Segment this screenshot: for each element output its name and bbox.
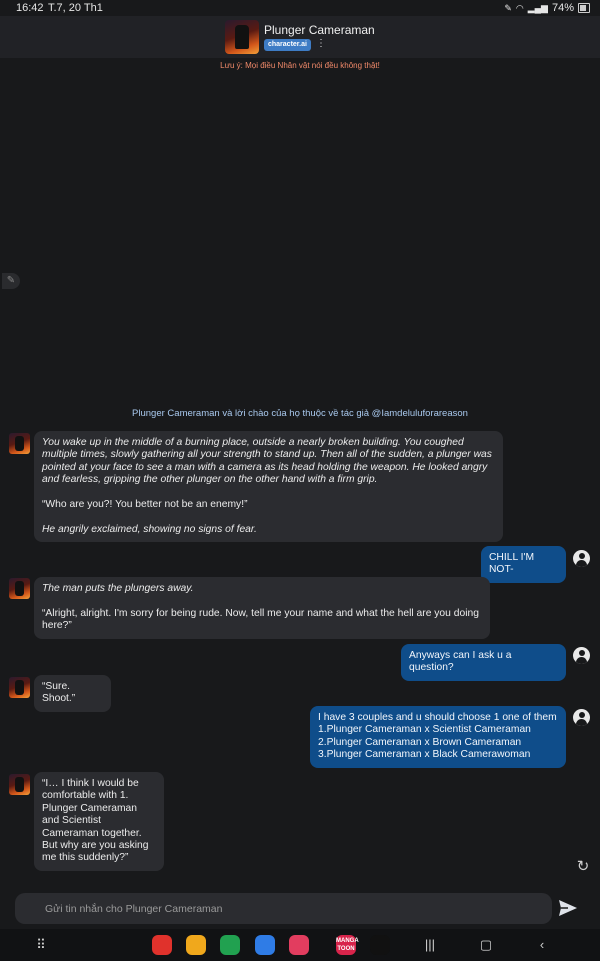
bot-avatar[interactable] — [9, 433, 30, 454]
mangatoon-label: MANGA TOON — [336, 938, 359, 952]
character-ai-badge: character.ai — [264, 39, 311, 51]
app-tiktok-icon[interactable] — [370, 935, 390, 955]
bot-message: “Sure. Shoot.” — [34, 675, 111, 712]
message-paragraph: “Sure. Shoot.” — [42, 681, 76, 705]
app-camera-icon[interactable] — [289, 935, 309, 955]
message-paragraph: The man puts the plungers away. — [42, 583, 194, 594]
app-phone-icon[interactable] — [220, 935, 240, 955]
app-drawer-icon[interactable]: ⠿ — [33, 937, 49, 953]
send-icon[interactable] — [558, 899, 578, 917]
message-paragraph: “Who are you?! You better not be an enem… — [42, 499, 248, 511]
clock: 16:42 — [16, 2, 44, 14]
user-avatar-icon — [573, 647, 590, 664]
disclaimer: Lưu ý: Mọi điều Nhân vật nói đều không t… — [220, 61, 380, 70]
user-message: Anyways can I ask u a question? — [401, 644, 566, 681]
message-line: 2.Plunger Cameraman x Brown Cameraman — [318, 736, 522, 748]
recent-apps-icon[interactable]: ||| — [422, 937, 438, 953]
signal-icon: ▂▄▆ — [527, 2, 548, 13]
status-bar: 16:42 T.7, 20 Th1 ✎ ◠ ▂▄▆ 74% — [0, 0, 600, 16]
message-line: Anyways can I ask u a question? — [409, 650, 512, 674]
pen-status-icon: ✎ — [504, 2, 512, 13]
bot-avatar[interactable] — [9, 578, 30, 599]
home-icon[interactable]: ▢ — [478, 937, 494, 953]
chat-header: Plunger Cameraman character.ai ⋮ — [0, 16, 600, 58]
back-icon[interactable]: ‹ — [534, 937, 550, 953]
bot-message: You wake up in the middle of a burning p… — [34, 431, 503, 543]
more-options-icon[interactable]: ⋮ — [316, 38, 326, 49]
app-messages-icon[interactable] — [255, 935, 275, 955]
user-avatar-icon — [573, 550, 590, 567]
bot-avatar[interactable] — [9, 677, 30, 698]
message-line: 3.Plunger Cameraman x Black Camerawoman — [318, 749, 531, 761]
pencil-icon[interactable]: ✎ — [2, 273, 20, 289]
message-input[interactable] — [15, 893, 552, 924]
bot-message: “I… I think I would be comfortable with … — [34, 772, 164, 871]
message-line: 1.Plunger Cameraman x Scientist Camerama… — [318, 724, 531, 736]
message-composer — [15, 893, 552, 924]
character-avatar[interactable] — [225, 20, 259, 54]
message-paragraph: You wake up in the middle of a burning p… — [42, 437, 492, 486]
character-name[interactable]: Plunger Cameraman — [264, 23, 375, 37]
status-icons: ✎ ◠ ▂▄▆ 74% — [504, 2, 590, 14]
user-message: CHILL I'M NOT- — [481, 546, 566, 583]
user-message: I have 3 couples and u should choose 1 o… — [310, 706, 566, 768]
bot-avatar[interactable] — [9, 774, 30, 795]
bot-message: The man puts the plungers away. “Alright… — [34, 577, 490, 639]
app-files-icon[interactable] — [186, 935, 206, 955]
battery-label: 74% — [551, 2, 574, 14]
app-red-icon[interactable] — [152, 935, 172, 955]
refresh-icon[interactable]: ↻ — [575, 859, 591, 875]
app-mangatoon-icon[interactable]: MANGA TOON — [336, 935, 359, 955]
message-paragraph: “Alright, alright. I'm sorry for being r… — [42, 607, 479, 632]
battery-icon — [578, 3, 590, 13]
system-nav-bar: ⠿ MANGA TOON ||| ▢ ‹ — [0, 929, 600, 961]
date: T.7, 20 Th1 — [48, 2, 103, 14]
message-paragraph: “I… I think I would be comfortable with … — [42, 778, 149, 864]
message-line: CHILL I'M NOT- — [489, 552, 535, 576]
message-paragraph: He angrily exclaimed, showing no signs o… — [42, 523, 257, 535]
greeting-attribution[interactable]: Plunger Cameraman và lời chào của họ thu… — [0, 408, 600, 419]
user-avatar-icon — [573, 709, 590, 726]
wifi-icon: ◠ — [515, 2, 524, 13]
message-line: I have 3 couples and u should choose 1 o… — [318, 712, 557, 723]
